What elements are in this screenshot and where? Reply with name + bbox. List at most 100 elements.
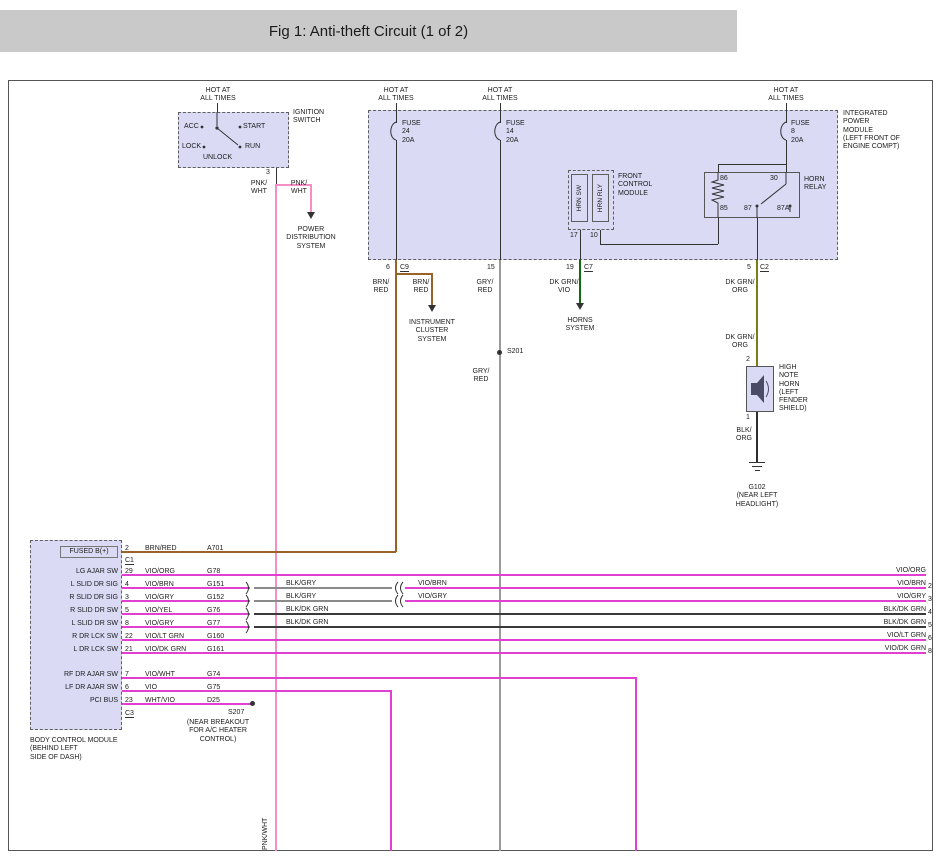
- ignition-switch-icon: [178, 112, 289, 168]
- right-pin: 5: [928, 622, 932, 629]
- wire-blk-gry: [254, 600, 392, 602]
- body-control-module-label: BODY CONTROL MODULE (BEHIND LEFT SIDE OF…: [30, 737, 118, 762]
- ignition-switch-label: IGNITION SWITCH: [293, 109, 324, 126]
- wire-label-pnk-wht-a: PNK/ WHT: [246, 180, 272, 197]
- circuit-label: G77: [207, 620, 220, 627]
- fuse24-label: FUSE 24 20A: [402, 120, 421, 145]
- relay-pin87-lead: [757, 218, 758, 260]
- wire-vio-wht-vertical: [635, 677, 637, 851]
- hot-at-label-fuse8: HOT AT ALL TIMES: [758, 87, 814, 104]
- bcm-fused-b-block: FUSED B(+): [60, 546, 118, 558]
- hot-at-label-ignition: HOT AT ALL TIMES: [190, 87, 246, 104]
- wire-label-dk-grn-org-b: DK GRN/ ORG: [724, 334, 756, 351]
- bcm-pin: 4: [125, 581, 129, 588]
- wire-label: BRN/RED: [145, 545, 177, 552]
- power-distribution-label: POWER DISTRIBUTION SYSTEM: [283, 226, 339, 251]
- wire-label: VIO/BRN: [145, 581, 174, 588]
- s207-note: (NEAR BREAKOUT FOR A/C HEATER CONTROL): [176, 719, 260, 744]
- fcm-hrn-sw-label: HRN SW: [576, 185, 583, 211]
- wire-pnk-wht-vertical: [275, 184, 277, 851]
- circuit-label: G74: [207, 671, 220, 678]
- circuit-label: G151: [207, 581, 224, 588]
- right-pin: 4: [928, 609, 932, 616]
- relay-pin-30: 30: [770, 175, 778, 182]
- fuse8-label: FUSE 8 20A: [791, 120, 810, 145]
- wire-label-mid: BLK/GRY: [286, 580, 316, 587]
- horns-system-label: HORNS SYSTEM: [558, 317, 602, 334]
- wire-vio: [122, 690, 392, 692]
- wire-label-mid: BLK/DK GRN: [286, 619, 328, 626]
- fcm-pin-10: 10: [590, 232, 598, 239]
- bcm-conn-c1: C1: [125, 557, 134, 565]
- bcm-conn-c3: C3: [125, 710, 134, 718]
- wire-label-after: VIO/GRY: [418, 593, 447, 600]
- bcm-pin: 5: [125, 607, 129, 614]
- wire-label: VIO/WHT: [145, 671, 175, 678]
- bcm-label-r-slid-dr-sig: R SLID DR SIG: [32, 594, 118, 602]
- fcm-hrn-sw-block: HRN SW: [571, 174, 588, 222]
- hot-at-label-fuse24: HOT AT ALL TIMES: [368, 87, 424, 104]
- figure-header-bar: Fig 1: Anti-theft Circuit (1 of 2): [0, 10, 737, 52]
- inline-connector-icon: [245, 581, 253, 595]
- wire-label-right: VIO/GRY: [856, 593, 926, 601]
- wire-label: VIO: [145, 684, 157, 691]
- ignition-pos-start: START: [243, 123, 265, 131]
- right-pin: 3: [928, 596, 932, 603]
- horn-speaker-icon: [747, 367, 773, 411]
- fcm-hrn-rly-block: HRN RLY: [592, 174, 609, 222]
- ignition-pos-lock: LOCK: [182, 143, 201, 151]
- circuit-label: G160: [207, 633, 224, 640]
- circuit-label: G75: [207, 684, 220, 691]
- wire-vio-gry-right: [405, 600, 926, 602]
- ipm-pin-15: 15: [487, 264, 495, 271]
- figure-title: Fig 1: Anti-theft Circuit (1 of 2): [269, 23, 468, 40]
- relay-pin-87a: 87A: [777, 205, 789, 212]
- wire-vio-brn-right: [405, 587, 926, 589]
- relay-coil-feed: [718, 164, 719, 172]
- circuit-label: G76: [207, 607, 220, 614]
- circuit-label: G78: [207, 568, 220, 575]
- ground-icon: [755, 470, 760, 471]
- hot-at-label-fuse14: HOT AT ALL TIMES: [472, 87, 528, 104]
- wire-label-gry-red-b: GRY/ RED: [468, 368, 494, 385]
- wire-brn-red-branch-h: [396, 273, 433, 275]
- fcm-pin10-lead: [600, 230, 601, 244]
- fuse24-out-lead: [396, 140, 397, 260]
- wire-label: WHT/VIO: [145, 697, 175, 704]
- bcm-pin: 7: [125, 671, 129, 678]
- inline-connector-icon: [245, 607, 253, 621]
- circuit-label: G161: [207, 646, 224, 653]
- relay-feed-branch: [718, 164, 786, 165]
- wire-label-mid: BLK/DK GRN: [286, 606, 328, 613]
- bcm-label-r-dr-lck-sw: R DR LCK SW: [32, 633, 118, 641]
- wire-blk-org: [756, 412, 758, 462]
- offpage-arrow-instrument-cluster: [428, 305, 436, 312]
- circuit-label: A701: [207, 545, 223, 552]
- wire-label-gry-red-a: GRY/ RED: [472, 279, 498, 296]
- bcm-label-l-slid-dr-sig: L SLID DR SIG: [32, 581, 118, 589]
- wire-label: VIO/DK GRN: [145, 646, 186, 653]
- integrated-power-module-label: INTEGRATED POWER MODULE (LEFT FRONT OF E…: [843, 110, 900, 151]
- wire-label: VIO/LT GRN: [145, 633, 184, 640]
- ipm-pin-5: 5: [747, 264, 751, 271]
- offpage-arrow-horns: [576, 303, 584, 310]
- wire-label: VIO/ORG: [145, 568, 175, 575]
- high-note-horn-label: HIGH NOTE HORN (LEFT FENDER SHIELD): [779, 364, 808, 414]
- ignition-pos-run: RUN: [245, 143, 260, 151]
- bcm-pin: 22: [125, 633, 133, 640]
- wire-dk-grn-org: [756, 260, 758, 366]
- wire-wht-vio: [122, 703, 253, 705]
- inline-connector-icon: [392, 594, 404, 608]
- ipm-pin-6: 6: [386, 264, 390, 271]
- fuse14-out-lead: [500, 140, 501, 260]
- bcm-label-l-slid-dr-sw: L SLID DR SW: [32, 620, 118, 628]
- bcm-pin: 6: [125, 684, 129, 691]
- wire-label: VIO/YEL: [145, 607, 172, 614]
- bcm-label-l-dr-lck-sw: L DR LCK SW: [32, 646, 118, 654]
- splice-s207-label: S207: [228, 709, 244, 716]
- fcm-hrn-rly-label: HRN RLY: [597, 184, 604, 212]
- wire-blk-dk-grn: [254, 613, 926, 615]
- feed-line: [217, 103, 218, 112]
- wire-vio-gry2: [122, 626, 250, 628]
- wire-vio-lt-grn: [122, 639, 926, 641]
